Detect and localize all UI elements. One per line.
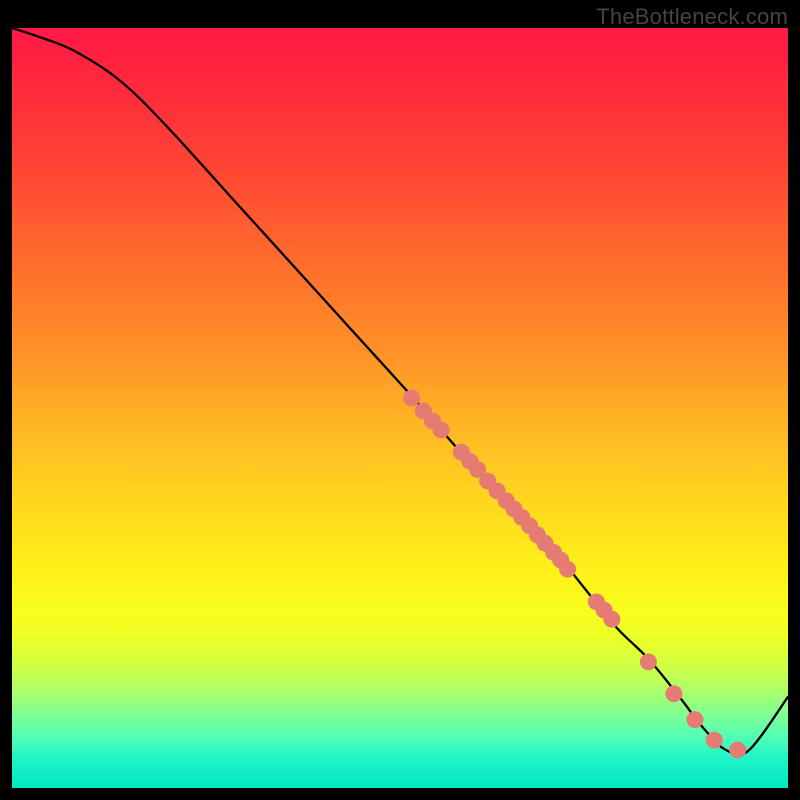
data-point xyxy=(665,685,682,702)
watermark-text: TheBottleneck.com xyxy=(596,4,788,30)
data-point xyxy=(640,653,657,670)
chart-svg xyxy=(12,28,788,788)
data-point xyxy=(403,390,420,407)
data-point xyxy=(729,742,746,759)
bottleneck-curve xyxy=(12,28,788,755)
data-point xyxy=(706,732,723,749)
data-point xyxy=(686,711,703,728)
data-point xyxy=(433,422,450,439)
chart-area xyxy=(12,28,788,788)
data-point xyxy=(603,611,620,628)
data-point xyxy=(559,561,576,578)
